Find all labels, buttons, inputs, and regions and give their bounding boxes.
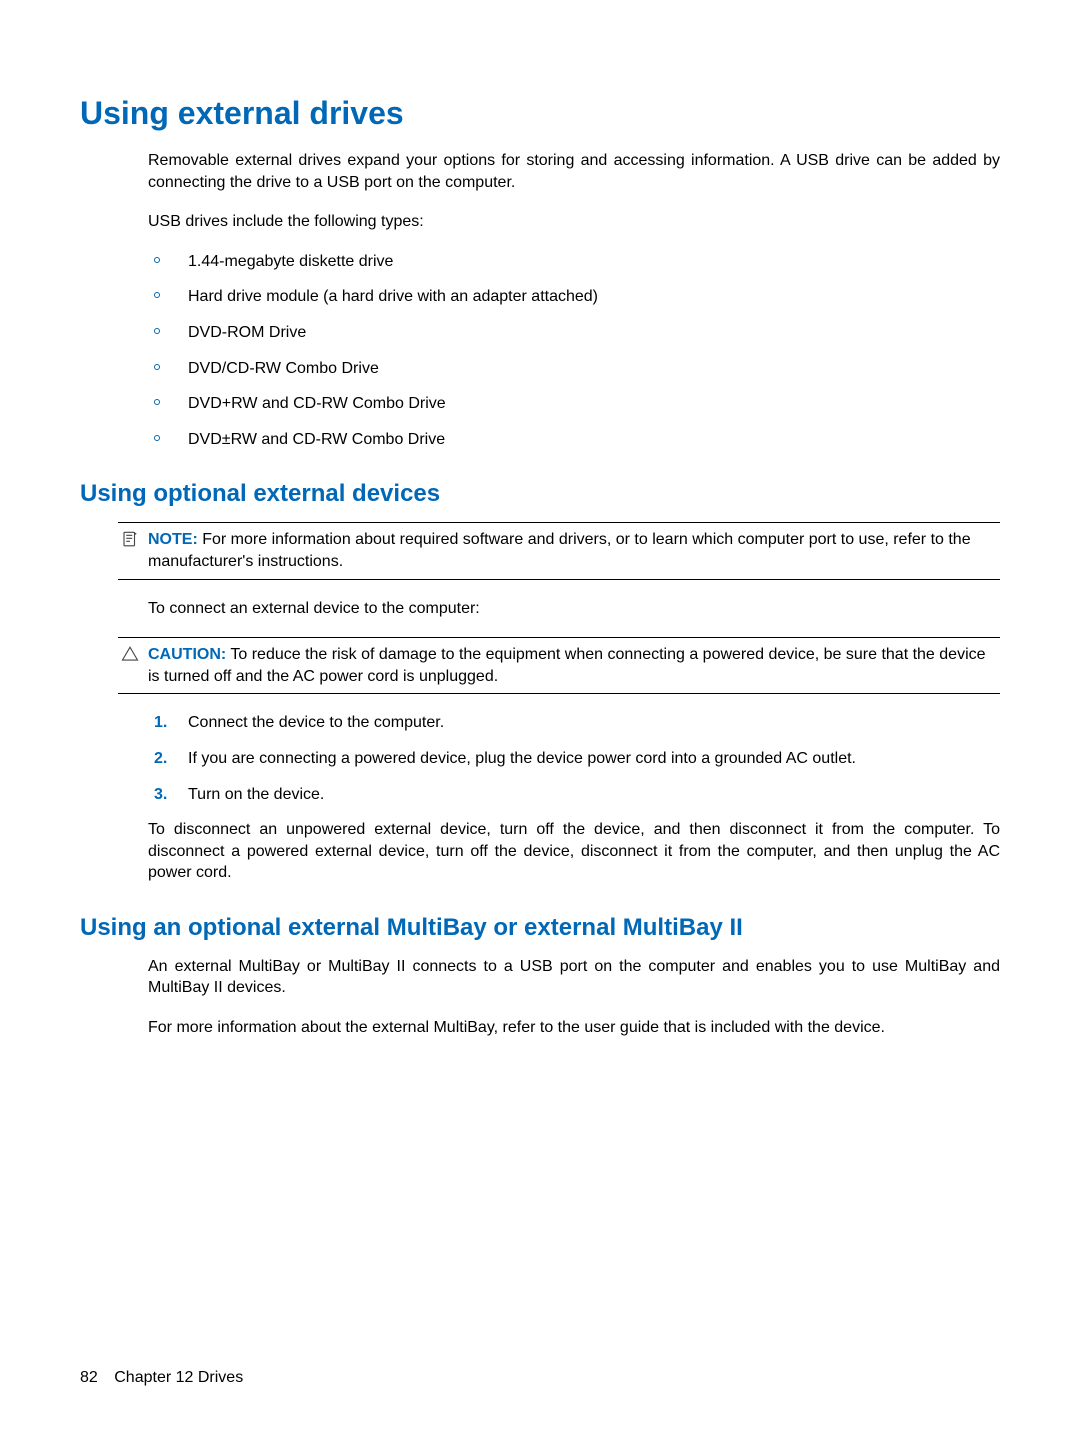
bullet-icon: [154, 328, 160, 334]
usb-types-intro: USB drives include the following types:: [148, 211, 1000, 233]
caution-label: CAUTION:: [148, 646, 226, 663]
heading-using-external-drives: Using external drives: [80, 95, 1000, 132]
disconnect-paragraph: To disconnect an unpowered external devi…: [148, 819, 1000, 884]
step-number: 3.: [154, 784, 188, 806]
step-item: 3. Turn on the device.: [154, 784, 1000, 806]
bullet-icon: [154, 292, 160, 298]
step-number: 2.: [154, 748, 188, 770]
section-body: To connect an external device to the com…: [148, 598, 1000, 620]
list-item-text: DVD/CD-RW Combo Drive: [188, 358, 379, 380]
intro-paragraph: Removable external drives expand your op…: [148, 150, 1000, 193]
note-text: For more information about required soft…: [148, 531, 971, 570]
bullet-icon: [154, 399, 160, 405]
list-item-text: DVD+RW and CD-RW Combo Drive: [188, 393, 446, 415]
note-content: NOTE: For more information about require…: [148, 529, 1000, 572]
bullet-icon: [154, 435, 160, 441]
page-footer: 82 Chapter 12 Drives: [80, 1369, 243, 1387]
step-item: 2. If you are connecting a powered devic…: [154, 748, 1000, 770]
chapter-label: Chapter 12 Drives: [114, 1369, 243, 1386]
step-text: If you are connecting a powered device, …: [188, 748, 856, 770]
bullet-icon: [154, 364, 160, 370]
caution-icon: [118, 644, 142, 663]
step-text: Connect the device to the computer.: [188, 712, 444, 734]
list-item: DVD±RW and CD-RW Combo Drive: [154, 429, 1000, 451]
usb-types-list: 1.44-megabyte diskette drive Hard drive …: [148, 251, 1000, 451]
list-item: DVD+RW and CD-RW Combo Drive: [154, 393, 1000, 415]
section-body: An external MultiBay or MultiBay II conn…: [148, 956, 1000, 1039]
section-body: 1. Connect the device to the computer. 2…: [148, 712, 1000, 884]
section-body: Removable external drives expand your op…: [148, 150, 1000, 450]
note-icon: [118, 529, 142, 548]
step-item: 1. Connect the device to the computer.: [154, 712, 1000, 734]
note-label: NOTE:: [148, 531, 198, 548]
list-item: DVD/CD-RW Combo Drive: [154, 358, 1000, 380]
list-item-text: Hard drive module (a hard drive with an …: [188, 286, 598, 308]
list-item-text: DVD±RW and CD-RW Combo Drive: [188, 429, 445, 451]
heading-optional-external-devices: Using optional external devices: [80, 480, 1000, 508]
list-item-text: DVD-ROM Drive: [188, 322, 306, 344]
note-callout: NOTE: For more information about require…: [118, 522, 1000, 579]
multibay-paragraph-2: For more information about the external …: [148, 1017, 1000, 1039]
connect-intro: To connect an external device to the com…: [148, 598, 1000, 620]
step-number: 1.: [154, 712, 188, 734]
list-item: DVD-ROM Drive: [154, 322, 1000, 344]
caution-text: To reduce the risk of damage to the equi…: [148, 646, 986, 685]
heading-multibay: Using an optional external MultiBay or e…: [80, 914, 1000, 942]
bullet-icon: [154, 257, 160, 263]
document-page: Using external drives Removable external…: [0, 0, 1080, 1117]
list-item-text: 1.44-megabyte diskette drive: [188, 251, 393, 273]
caution-callout: CAUTION: To reduce the risk of damage to…: [118, 637, 1000, 694]
list-item: Hard drive module (a hard drive with an …: [154, 286, 1000, 308]
step-text: Turn on the device.: [188, 784, 324, 806]
caution-content: CAUTION: To reduce the risk of damage to…: [148, 644, 1000, 687]
page-number: 82: [80, 1369, 98, 1386]
multibay-paragraph-1: An external MultiBay or MultiBay II conn…: [148, 956, 1000, 999]
steps-list: 1. Connect the device to the computer. 2…: [148, 712, 1000, 805]
list-item: 1.44-megabyte diskette drive: [154, 251, 1000, 273]
